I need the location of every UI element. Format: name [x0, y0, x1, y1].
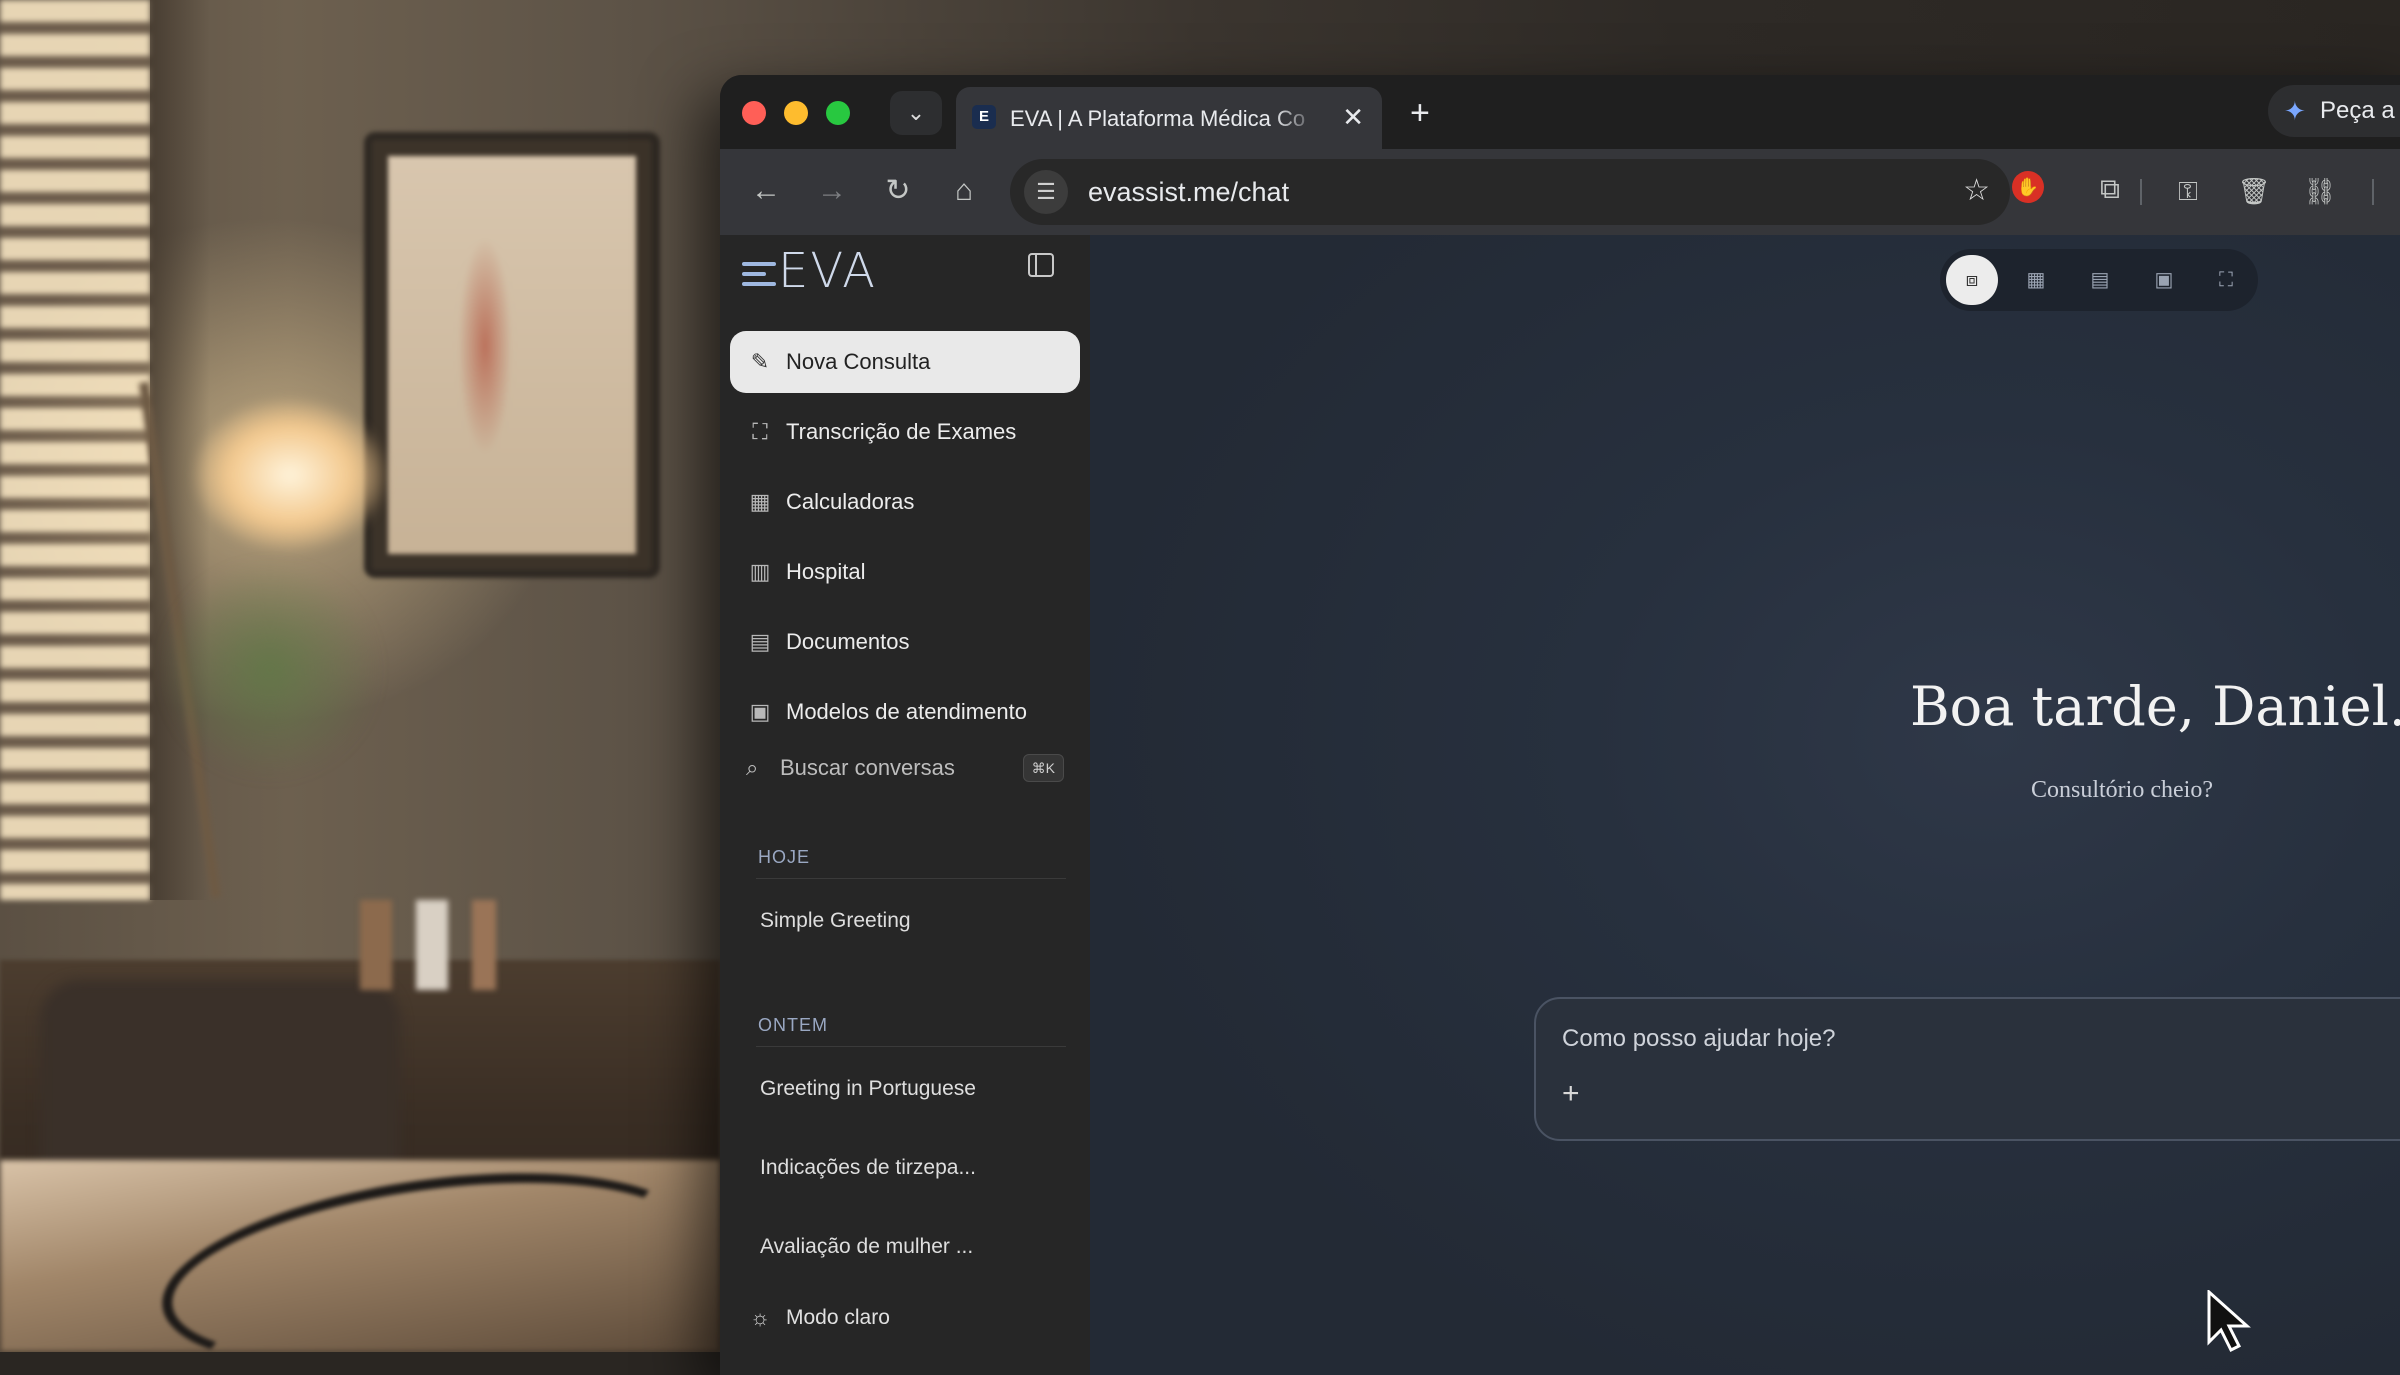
anatomy-poster [372, 140, 652, 570]
nav-label: Calculadoras [786, 489, 915, 514]
reload-icon[interactable]: ↻ [876, 169, 920, 213]
eva-favicon-icon: E [972, 105, 996, 129]
section-today: HOJE [758, 847, 811, 867]
ai-assistant-button[interactable]: ✦ Peça a [2268, 85, 2400, 137]
eva-app: EVA ✎ Nova Consulta ⛶ Transcrição de Exa… [720, 235, 2400, 1375]
greeting-subtitle: Consultório cheio? [2031, 777, 2213, 803]
tab-search-button[interactable]: ⌄ [890, 91, 942, 135]
site-settings-icon[interactable]: ☰ [1024, 170, 1068, 214]
mouse-cursor-icon [2207, 1290, 2251, 1352]
browser-window: ⌄ E EVA | A Plataforma Médica Co ✕ + ✦ P… [720, 75, 2400, 1375]
eva-logo[interactable]: EVA [742, 243, 877, 299]
back-icon[interactable]: ← [744, 169, 788, 213]
toolbar-divider [2140, 179, 2142, 205]
greeting-title: Boa tarde, Daniel. [1910, 675, 2400, 738]
link-icon[interactable]: ⛓ [2298, 169, 2342, 213]
section-divider [756, 1046, 1066, 1047]
medicine-bottles [360, 900, 520, 990]
desk-lamp [195, 400, 385, 550]
calculator-icon: ▦ [749, 489, 771, 514]
sparkle-icon: ✦ [2284, 96, 2306, 126]
chat-mode-icon[interactable]: ⧈ [1946, 255, 1998, 305]
browser-toolbar: ← → ↻ ⌂ ☰ evassist.me/chat ☆ ✋ ⧉ ⚿ 🗑 ⛓ [720, 149, 2400, 235]
logo-bars-icon [742, 256, 776, 292]
close-window-button[interactable] [742, 101, 766, 125]
hospital-icon: ▥ [749, 559, 771, 584]
key-icon[interactable]: ⚿ [2166, 169, 2210, 213]
sidebar: EVA ✎ Nova Consulta ⛶ Transcrição de Exa… [720, 235, 1091, 1375]
section-yesterday: ONTEM [758, 1015, 828, 1035]
forward-icon[interactable]: → [810, 169, 854, 213]
plant [160, 560, 380, 780]
address-bar[interactable]: ☰ evassist.me/chat ☆ [1010, 159, 2010, 225]
message-composer: + [1534, 997, 2400, 1141]
nav-documentos[interactable]: ▤ Documentos [730, 611, 1080, 673]
scan-mode-icon[interactable]: ⛶ [2200, 255, 2252, 305]
tab-title: EVA | A Plataforma Médica Co [1010, 106, 1306, 131]
nav-label: Modelos de atendimento [786, 699, 1027, 724]
tab-bar: ⌄ E EVA | A Plataforma Médica Co ✕ + ✦ P… [720, 75, 2400, 149]
clipboard-icon: ▣ [749, 699, 771, 724]
sidebar-toggle-icon[interactable] [1028, 253, 1054, 277]
document-mode-icon[interactable]: ▤ [2074, 255, 2126, 305]
star-icon[interactable]: ☆ [1963, 171, 1990, 211]
light-mode-label: Modo claro [786, 1306, 890, 1329]
nav-label: Nova Consulta [786, 349, 931, 374]
search-icon: ⌕ [746, 755, 759, 780]
nav-modelos-atendimento[interactable]: ▣ Modelos de atendimento [730, 681, 1080, 743]
puzzle-icon[interactable]: ⧉ [2088, 167, 2132, 211]
window-blinds [0, 0, 150, 900]
document-icon: ▤ [749, 629, 771, 654]
ai-assistant-label: Peça a [2320, 97, 2395, 124]
conversation-item[interactable]: Simple Greeting [760, 909, 1060, 933]
nav-label: Hospital [786, 559, 866, 584]
url-text[interactable]: evassist.me/chat [1088, 177, 1289, 207]
conversation-item[interactable]: Greeting in Portuguese [760, 1077, 1060, 1101]
nav-nova-consulta[interactable]: ✎ Nova Consulta [730, 331, 1080, 393]
chat-main: ⧈ ▦ ▤ ▣ ⛶ Boa tarde, Daniel. Consultório… [1090, 235, 2400, 1375]
tab-close-icon[interactable]: ✕ [1342, 101, 1364, 133]
extension-red-icon[interactable]: ✋ [2012, 171, 2044, 203]
conversation-item[interactable]: Avaliação de mulher ... [760, 1235, 1060, 1259]
home-icon[interactable]: ⌂ [942, 169, 986, 213]
mode-switcher: ⧈ ▦ ▤ ▣ ⛶ [1940, 249, 2258, 311]
logo-text: EVA [778, 243, 877, 299]
search-conversations[interactable]: ⌕ Buscar conversas ⌘K [730, 743, 1080, 793]
attach-plus-icon[interactable]: + [1562, 1079, 1580, 1109]
section-divider [756, 878, 1066, 879]
active-tab[interactable]: E EVA | A Plataforma Médica Co ✕ [956, 87, 1382, 149]
trash-icon[interactable]: 🗑 [2232, 169, 2276, 213]
edit-icon: ✎ [750, 349, 770, 374]
minimize-window-button[interactable] [784, 101, 808, 125]
search-label: Buscar conversas [780, 755, 955, 780]
new-tab-button[interactable]: + [1410, 95, 1430, 131]
nav-transcricao-exames[interactable]: ⛶ Transcrição de Exames [730, 401, 1080, 463]
conversation-item[interactable]: Indicações de tirzepa... [760, 1156, 1060, 1180]
nav-label: Documentos [786, 629, 910, 654]
shortcut-badge: ⌘K [1022, 754, 1064, 782]
nav-label: Transcrição de Exames [786, 419, 1017, 444]
toolbar-divider [2372, 179, 2374, 205]
nav-calculadoras[interactable]: ▦ Calculadoras [730, 471, 1080, 533]
sun-icon: ☼ [750, 1305, 771, 1330]
scan-icon: ⛶ [752, 419, 768, 444]
calculator-mode-icon[interactable]: ▦ [2010, 255, 2062, 305]
maximize-window-button[interactable] [826, 101, 850, 125]
message-input[interactable] [1560, 1021, 2400, 1057]
chevron-down-icon: ⌄ [906, 100, 926, 125]
clipboard-mode-icon[interactable]: ▣ [2138, 255, 2190, 305]
nav-hospital[interactable]: ▥ Hospital [730, 541, 1080, 603]
